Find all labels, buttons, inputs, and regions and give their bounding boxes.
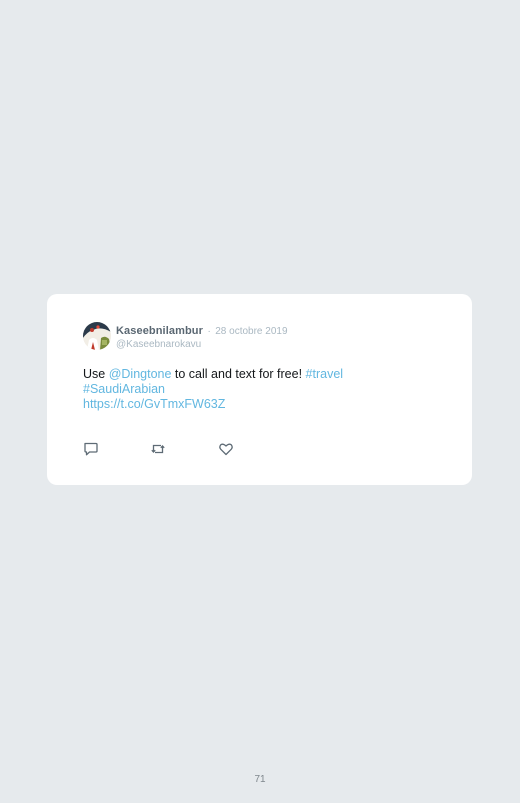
like-button[interactable] [218,441,234,457]
retweet-icon [151,444,165,454]
page-number: 71 [254,774,266,785]
reply-button[interactable] [83,441,99,457]
author-handle[interactable]: @Kaseebnarokavu [116,338,288,351]
avatar-image [83,322,111,350]
tweet-text: Use @Dingtone to call and text for free!… [83,367,413,412]
mention-link[interactable]: @Dingtone [109,367,172,381]
avatar[interactable] [83,322,111,350]
tweet-date[interactable]: 28 octobre 2019 [215,326,287,337]
reply-icon [84,442,98,456]
hashtag-link[interactable]: #travel [306,367,344,381]
retweet-button[interactable] [150,441,166,457]
tweet-header: Kaseebnilambur · 28 octobre 2019 @Kaseeb… [116,323,288,351]
tweet-text-segment: to call and text for free! [171,367,306,381]
heart-icon [219,443,233,456]
header-separator: · [207,326,211,337]
tweet-text-segment: Use [83,367,109,381]
author-name[interactable]: Kaseebnilambur [116,325,203,337]
url-link[interactable]: https://t.co/GvTmxFW63Z [83,397,225,411]
hashtag-link[interactable]: #SaudiArabian [83,382,165,396]
tweet-card: Kaseebnilambur · 28 octobre 2019 @Kaseeb… [47,294,472,485]
